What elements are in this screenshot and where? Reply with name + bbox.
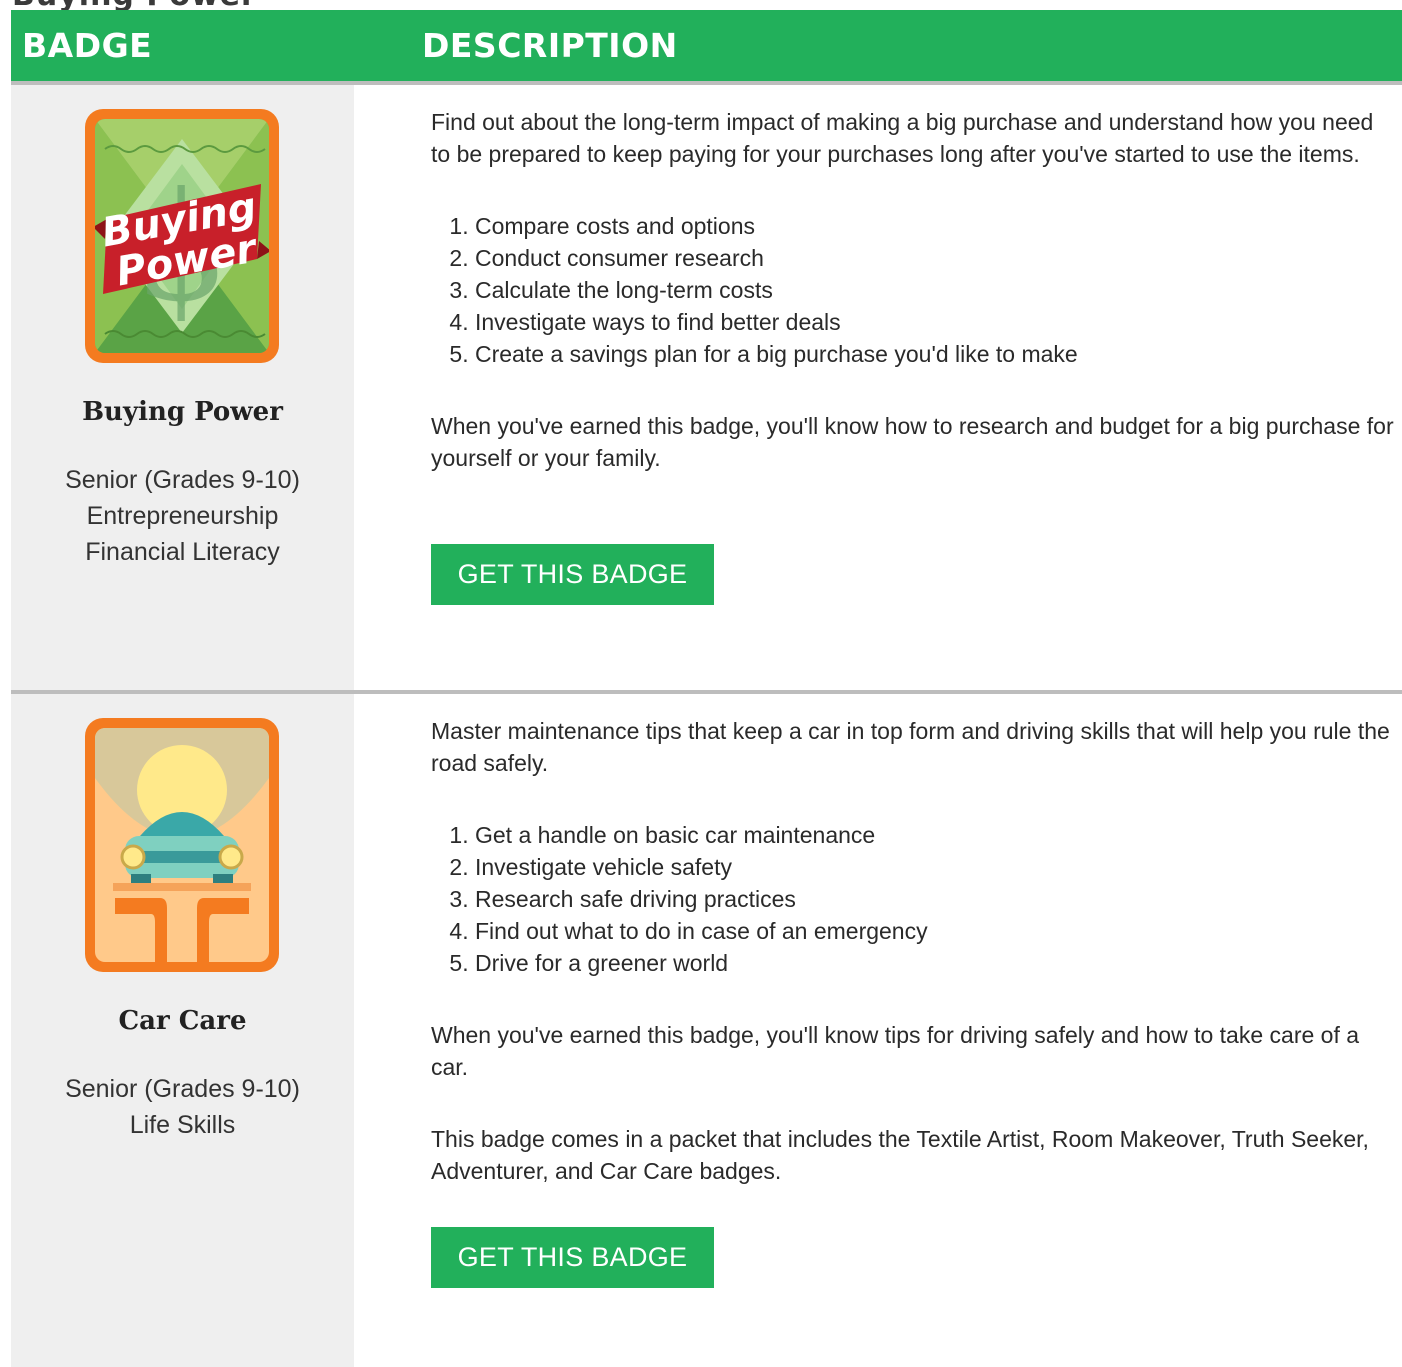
list-item: Calculate the long-term costs <box>475 274 1394 306</box>
list-item: Get a handle on basic car maintenance <box>475 819 1394 851</box>
badge-meta: Senior (Grades 9-10) Life Skills <box>11 1071 354 1143</box>
badge-title: Car Care <box>118 1006 247 1036</box>
description-cell: Master maintenance tips that keep a car … <box>354 694 1402 1367</box>
badge-title: Buying Power <box>82 397 283 427</box>
car-care-badge-icon <box>85 718 279 972</box>
list-item: Drive for a greener world <box>475 947 1394 979</box>
badge-outcome: When you've earned this badge, you'll kn… <box>431 413 1394 471</box>
badge-intro: Find out about the long-term impact of m… <box>431 109 1374 167</box>
page-title: Buying Power <box>12 0 257 10</box>
badge-intro: Master maintenance tips that keep a car … <box>431 718 1390 776</box>
description-text: Master maintenance tips that keep a car … <box>431 715 1394 1187</box>
badge-cell: $ Buying Power Buying Power Senior (Grad… <box>11 85 354 690</box>
header-description-column: DESCRIPTION <box>422 26 678 65</box>
badge-table: BADGE DESCRIPTION Buying Power Buying Po… <box>11 10 1402 1367</box>
header-badge-column: BADGE <box>22 26 153 65</box>
get-this-badge-button[interactable]: GET THIS BADGE <box>431 1227 714 1288</box>
description-text: Find out about the long-term impact of m… <box>431 106 1394 474</box>
list-item: Find out what to do in case of an emerge… <box>475 915 1394 947</box>
list-item: Investigate vehicle safety <box>475 851 1394 883</box>
list-item: Investigate ways to find better deals <box>475 306 1394 338</box>
badge-category: Life Skills <box>129 1111 236 1139</box>
badge-steps-list: Get a handle on basic car maintenance In… <box>431 819 1394 979</box>
badge-steps-list: Compare costs and options Conduct consum… <box>431 210 1394 370</box>
list-item: Research safe driving practices <box>475 883 1394 915</box>
list-item: Conduct consumer research <box>475 242 1394 274</box>
badge-cell: Car Care Senior (Grades 9-10) Life Skill… <box>11 694 354 1367</box>
list-item: Compare costs and options <box>475 210 1394 242</box>
badge-note: This badge comes in a packet that includ… <box>431 1126 1369 1184</box>
get-this-badge-button[interactable]: GET THIS BADGE <box>431 544 714 605</box>
badge-level: Senior (Grades 9-10) <box>65 466 300 494</box>
badge-category: Financial Literacy <box>85 538 280 566</box>
table-row: $ Buying Power Buying Power Senior (Grad… <box>11 85 1402 694</box>
table-row: Car Care Senior (Grades 9-10) Life Skill… <box>11 694 1402 1367</box>
description-cell: Find out about the long-term impact of m… <box>354 85 1402 690</box>
buying-power-badge-icon: $ Buying Power <box>85 109 279 363</box>
table-header: BADGE DESCRIPTION <box>11 10 1402 85</box>
badge-outcome: When you've earned this badge, you'll kn… <box>431 1022 1360 1080</box>
badge-category: Entrepreneurship <box>86 502 279 530</box>
list-item: Create a savings plan for a big purchase… <box>475 338 1394 370</box>
badge-level: Senior (Grades 9-10) <box>65 1075 300 1103</box>
badge-meta: Senior (Grades 9-10) Entrepreneurship Fi… <box>11 462 354 570</box>
page-title-cutoff: Buying Power <box>0 0 1402 10</box>
